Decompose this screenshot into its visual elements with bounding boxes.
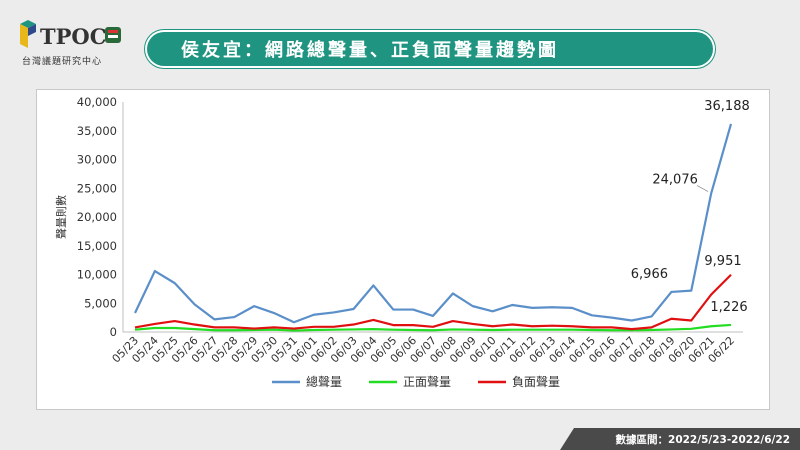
y-tick-label: 20,000 — [77, 210, 117, 224]
series-line-3 — [134, 274, 732, 331]
data-range-text: 數據區間：2022/5/23-2022/6/22 — [615, 433, 790, 446]
page-title: 侯友宜：網路總聲量、正負面聲量趨勢圖 — [181, 40, 559, 61]
legend-label-1: 總聲量 — [306, 374, 342, 389]
data-label: 9,951 — [704, 254, 741, 269]
tpoc-logo: TPOC 台灣議題研究中心 — [18, 18, 138, 70]
y-tick-label: 35,000 — [77, 124, 117, 138]
y-tick-label: 5,000 — [84, 296, 117, 310]
data-label: 6,966 — [631, 267, 668, 282]
legend-label-2: 正面聲量 — [403, 374, 451, 389]
y-tick-label: 25,000 — [77, 181, 117, 195]
y-axis-label: 聲量則數 — [54, 195, 68, 239]
logo-badge-icon — [105, 27, 121, 43]
logo-text: TPOC — [40, 24, 107, 49]
y-tick-label: 10,000 — [77, 268, 117, 282]
legend-label-3: 負面聲量 — [512, 374, 560, 389]
data-label: 24,076 — [652, 173, 698, 188]
data-label: 1,226 — [710, 300, 747, 315]
chart-panel: 0 5,000 10,000 15,000 20,000 25,000 30,000 35,0… — [36, 89, 770, 410]
y-tick-label: 30,000 — [77, 153, 117, 167]
data-label: 36,188 — [704, 99, 750, 114]
y-tick-label: 15,000 — [77, 239, 117, 253]
logo-subtitle: 台灣議題研究中心 — [22, 57, 103, 67]
annotation-leader-line — [696, 185, 709, 192]
data-range-footer: 數據區間：2022/5/23-2022/6/22 — [560, 428, 800, 450]
title-bar: 侯友宜：網路總聲量、正負面聲量趨勢圖 — [147, 32, 713, 66]
y-tick-label: 0 — [110, 325, 117, 339]
line-chart: 0 5,000 10,000 15,000 20,000 25,000 30,000 35,0… — [54, 95, 750, 389]
series-line-1 — [134, 123, 733, 324]
y-tick-label: 40,000 — [77, 95, 117, 109]
